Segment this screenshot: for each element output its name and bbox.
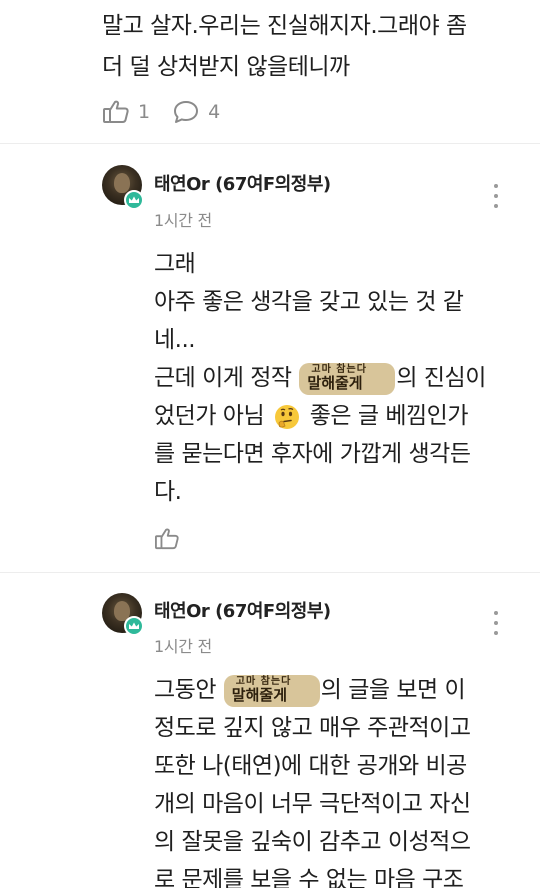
comment-like-button[interactable] [154, 527, 180, 555]
comment-line: 다. [154, 479, 182, 505]
reply-button[interactable]: 4 [172, 99, 220, 125]
thinking-face-icon [274, 404, 299, 429]
reply-count: 4 [208, 101, 221, 123]
comment-line: 의 잘못을 깊숙이 감추고 이성적으 [154, 829, 471, 855]
comment-line: 개의 마음이 너무 극단적이고 자신 [154, 791, 471, 817]
thumbs-up-icon [103, 100, 129, 123]
sticker-image: 고마 참는다 말해줄게 [223, 674, 320, 707]
comment-body: 그래 아주 좋은 생각을 갖고 있는 것 같 네... 근데 이게 정작 고마 … [154, 245, 524, 511]
more-options-icon[interactable] [486, 608, 506, 638]
comment-author[interactable]: 태연Or (67여F의정부) [154, 597, 331, 623]
comment-time: 1시간 전 [154, 637, 212, 656]
speech-bubble-icon [174, 101, 199, 123]
comment-line: 었던가 아님 좋은 글 베낌인가 [154, 403, 469, 429]
comment-line: 그동안 고마 참는다 말해줄게 의 글을 보면 이 [154, 671, 524, 709]
like-button[interactable]: 1 [102, 99, 150, 125]
crown-badge-icon [124, 616, 144, 636]
comment-line: 그래 [154, 251, 196, 277]
post-action-bar: 1 4 [102, 96, 242, 128]
comment-line: 네... [154, 327, 196, 353]
comment-time: 1시간 전 [154, 211, 212, 230]
divider [0, 572, 540, 573]
sticker-image: 고마 참는다 말해줄게 [299, 362, 396, 395]
comment-line: 또한 나(태연)에 대한 공개와 비공 [154, 753, 467, 779]
post-text-line: 말고 살자.우리는 진실해지자.그래야 좀 [102, 13, 467, 39]
comment-author[interactable]: 태연Or (67여F의정부) [154, 170, 331, 196]
comment-line: 정도로 깊지 않고 매우 주관적이고 [154, 715, 471, 741]
thumbs-up-icon [155, 528, 179, 550]
comment-line: 로 문제를 보을 수 없는 마음 구조 [154, 867, 464, 888]
comment-body: 그동안 고마 참는다 말해줄게 의 글을 보면 이 정도로 깊지 않고 매우 주관적… [154, 671, 524, 888]
crown-badge-icon [124, 190, 144, 210]
more-options-icon[interactable] [486, 181, 506, 211]
like-count: 1 [138, 101, 151, 123]
comment-line: 근데 이게 정작 고마 참는다 말해줄게 의 진심이 [154, 359, 524, 397]
comment-line: 아주 좋은 생각을 갖고 있는 것 같 [154, 289, 464, 315]
post-text-line: 더 덜 상처받지 않을테니까 [102, 54, 350, 80]
post-text: 말고 살자.우리는 진실해지자.그래야 좀 더 덜 상처받지 않을테니까 [102, 6, 522, 88]
divider [0, 143, 540, 144]
comment-line: 를 묻는다면 후자에 가깝게 생각든 [154, 441, 471, 467]
